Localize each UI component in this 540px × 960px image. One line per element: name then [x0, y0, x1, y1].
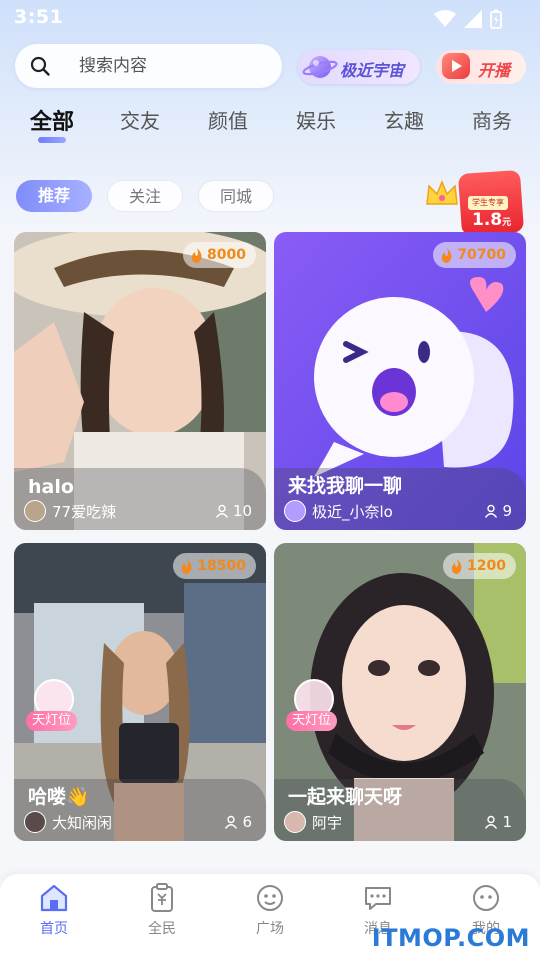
search-icon: [30, 56, 50, 76]
person-icon: [225, 815, 238, 829]
host-name: 极近_小奈lo: [312, 502, 393, 521]
watermark: ITMOP.COM: [371, 924, 530, 952]
viewer-count: 10: [215, 502, 252, 520]
person-icon: [485, 504, 498, 518]
host-info[interactable]: 77爱吃辣: [24, 500, 116, 522]
category-tabs: 全部 交友 颜值 娱乐 玄趣 商务: [0, 105, 540, 155]
nav-home-label: 首页: [40, 921, 68, 937]
viewer-count-value: 1: [502, 813, 512, 831]
battery-icon: [490, 9, 502, 34]
heat-value: 18500: [197, 558, 246, 574]
promo-price: 1.8元: [472, 210, 511, 230]
host-name: 77爱吃辣: [52, 502, 117, 521]
flame-icon: [191, 247, 202, 263]
viewer-count: 1: [484, 813, 512, 831]
tab-friends[interactable]: 交友: [110, 105, 170, 134]
signal-icon: [464, 10, 482, 33]
go-live-button[interactable]: 开播: [436, 50, 526, 84]
room-title: 来找我聊一聊: [288, 475, 403, 497]
person-icon: [485, 815, 498, 829]
viewer-count-value: 10: [232, 502, 252, 520]
status-time: 3:51: [14, 6, 64, 28]
person-icon: [215, 504, 228, 518]
nav-home[interactable]: 首页: [14, 882, 94, 938]
tab-entertainment[interactable]: 娱乐: [286, 105, 346, 134]
host-info[interactable]: 极近_小奈lo: [284, 500, 393, 522]
active-tab-indicator: [38, 137, 66, 143]
viewer-count-value: 9: [502, 502, 512, 520]
avatar: [284, 811, 306, 833]
heat-badge: 70700: [433, 242, 516, 268]
host-info[interactable]: 阿宇: [284, 811, 342, 833]
heat-value: 70700: [457, 247, 506, 263]
nav-all-people[interactable]: 全民: [122, 882, 202, 938]
heat-value: 1200: [467, 558, 506, 574]
avatar: [284, 500, 306, 522]
search-input[interactable]: [79, 52, 269, 80]
heat-value: 8000: [207, 247, 246, 263]
student-promo[interactable]: 学生专享 1.8元: [424, 169, 534, 240]
status-bar: 3:51: [0, 0, 540, 36]
subtab-following[interactable]: 关注: [107, 180, 183, 212]
sky-lantern-badge: 天灯位: [286, 679, 348, 735]
profile-icon: [473, 885, 499, 911]
room-title: 哈喽👋: [28, 786, 90, 808]
live-room-card[interactable]: 70700 来找我聊一聊 极近_小奈lo 9: [274, 232, 526, 530]
live-room-card[interactable]: 18500 天灯位 哈喽👋 大知闲闲 6: [14, 543, 266, 841]
subtab-recommend[interactable]: 推荐: [16, 180, 92, 212]
wifi-icon: [434, 10, 456, 33]
go-live-label: 开播: [478, 61, 511, 80]
chat-icon: [365, 887, 391, 910]
sky-lantern-badge: 天灯位: [26, 679, 88, 735]
avatar: [24, 811, 46, 833]
heat-badge: 8000: [183, 242, 256, 268]
live-room-card[interactable]: 8000 halo 77爱吃辣 10: [14, 232, 266, 530]
heat-badge: 1200: [443, 553, 516, 579]
plaza-icon: [257, 885, 283, 911]
lantern-label: 天灯位: [286, 711, 338, 731]
host-info[interactable]: 大知闲闲: [24, 811, 112, 833]
nav-plaza-label: 广场: [256, 921, 284, 937]
universe-button[interactable]: 极近宇宙: [298, 50, 420, 84]
home-icon: [40, 884, 68, 912]
promo-price-unit: 元: [502, 218, 512, 228]
tab-mystic[interactable]: 玄趣: [374, 105, 434, 134]
host-name: 大知闲闲: [52, 813, 113, 832]
wallet-icon: [151, 883, 173, 912]
tab-looks[interactable]: 颜值: [198, 105, 258, 134]
nav-all-people-label: 全民: [148, 921, 176, 937]
viewer-count-value: 6: [242, 813, 252, 831]
live-room-card[interactable]: 1200 天灯位 一起来聊天呀 阿宇 1: [274, 543, 526, 841]
camera-icon: [442, 53, 470, 79]
avatar: [24, 500, 46, 522]
lantern-label: 天灯位: [26, 711, 78, 731]
host-name: 阿宇: [312, 813, 343, 832]
promo-price-value: 1.8: [472, 210, 503, 230]
heat-badge: 18500: [173, 553, 256, 579]
viewer-count: 9: [484, 502, 512, 520]
crown-icon: [426, 180, 458, 205]
nav-plaza[interactable]: 广场: [230, 882, 310, 938]
promo-tag: 学生专享: [468, 196, 508, 210]
search-bar[interactable]: [15, 44, 282, 88]
room-title: 一起来聊天呀: [288, 786, 403, 808]
flame-icon: [182, 558, 192, 574]
viewer-count: 6: [224, 813, 252, 831]
tab-all[interactable]: 全部: [22, 104, 82, 136]
planet-icon: [302, 56, 338, 78]
tab-business[interactable]: 商务: [462, 105, 522, 134]
universe-label: 极近宇宙: [340, 61, 405, 80]
room-title: halo: [28, 476, 74, 498]
flame-icon: [451, 558, 462, 574]
subtab-nearby[interactable]: 同城: [198, 180, 274, 212]
status-icons: [434, 9, 502, 34]
flame-icon: [442, 247, 452, 263]
